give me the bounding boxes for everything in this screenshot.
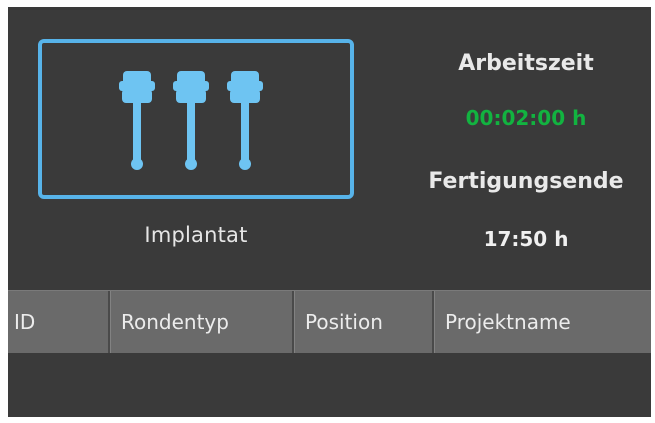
column-header-id[interactable]: ID	[8, 291, 110, 353]
table-body	[8, 353, 651, 417]
machine-status-panel: Implantat Arbeitszeit 00:02:00 h Fertigu…	[8, 7, 651, 417]
implant-tools-icon	[119, 71, 263, 170]
working-time-label: Arbeitszeit	[458, 51, 594, 76]
tool-label: Implantat	[144, 223, 248, 247]
implant-tool-tile[interactable]	[38, 39, 354, 199]
production-end-value: 17:50 h	[483, 227, 569, 251]
column-header-projektname[interactable]: Projektname	[434, 291, 651, 353]
column-header-position[interactable]: Position	[294, 291, 434, 353]
working-time-value: 00:02:00 h	[465, 106, 587, 130]
column-header-rondentyp[interactable]: Rondentyp	[110, 291, 294, 353]
table-header: ID Rondentyp Position Projektname	[8, 290, 651, 353]
production-end-label: Fertigungsende	[428, 169, 624, 194]
